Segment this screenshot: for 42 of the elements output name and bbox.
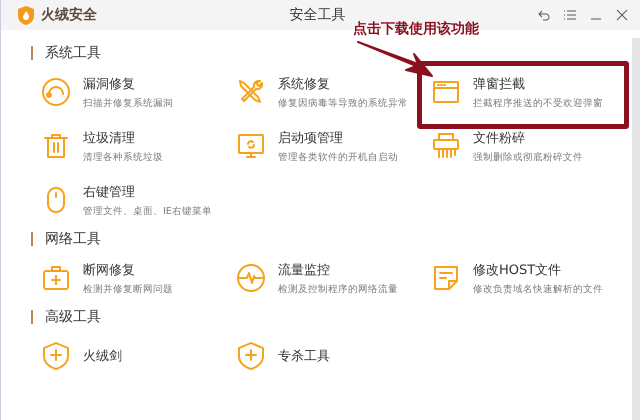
menu-icon[interactable] [564,9,576,21]
section-title: 网络工具 [45,230,101,248]
shield-icon [41,341,71,371]
tool-description: 检测及控制程序的网络流量 [278,282,398,296]
section-title: 高级工具 [45,308,101,326]
monitor-icon [236,131,266,161]
tool-name[interactable]: 漏洞修复 [83,74,173,92]
trash-icon [41,131,71,161]
tool-description: 强制删除或彻底粉碎文件 [473,150,583,164]
tool-description: 修改负责域名快速解析的文件 [473,282,603,296]
tool-description: 扫描并修复系统漏洞 [83,96,173,110]
first-aid-kit-icon [41,263,71,293]
tool-description: 管理文件、桌面、IE右键菜单 [83,204,212,218]
tool-name[interactable]: 流量监控 [278,260,398,278]
pulse-icon [236,263,266,293]
undo-icon[interactable] [538,9,550,21]
tool-name[interactable]: 启动项管理 [278,128,398,146]
section-title: 系统工具 [45,44,101,62]
tool-name[interactable]: 修改HOST文件 [473,260,603,278]
tool-name[interactable]: 右键管理 [83,182,212,200]
tool-name[interactable]: 系统修复 [278,74,408,92]
tool-name[interactable]: 文件粉碎 [473,128,583,146]
tool-description: 管理各类软件的开机自启动 [278,150,398,164]
tool-name[interactable]: 断网修复 [83,260,173,278]
tool-name[interactable]: 专杀工具 [278,347,330,365]
window-title: 安全工具 [288,6,346,24]
tool-description: 检测并修复断网问题 [83,282,173,296]
note-icon [431,263,461,293]
app-name: 火绒安全 [41,6,97,24]
scrollbar[interactable] [632,38,640,420]
tool-description: 清理各种系统垃圾 [83,150,163,164]
tool-name[interactable]: 火绒剑 [83,347,122,365]
tool-description: 修复因病毒等导致的系统异常 [278,96,408,110]
tool-name[interactable]: 垃圾清理 [83,128,163,146]
shield-icon [236,341,266,371]
tool-description: 拦截程序推送的不受欢迎弹窗 [473,96,603,110]
shredder-icon [431,131,461,161]
annotation-text: 点击下载使用该功能 [353,20,479,38]
headset-icon [41,77,71,107]
tool-name[interactable]: 弹窗拦截 [473,74,603,92]
close-icon[interactable] [616,9,628,21]
shield-flame-logo [17,5,35,25]
